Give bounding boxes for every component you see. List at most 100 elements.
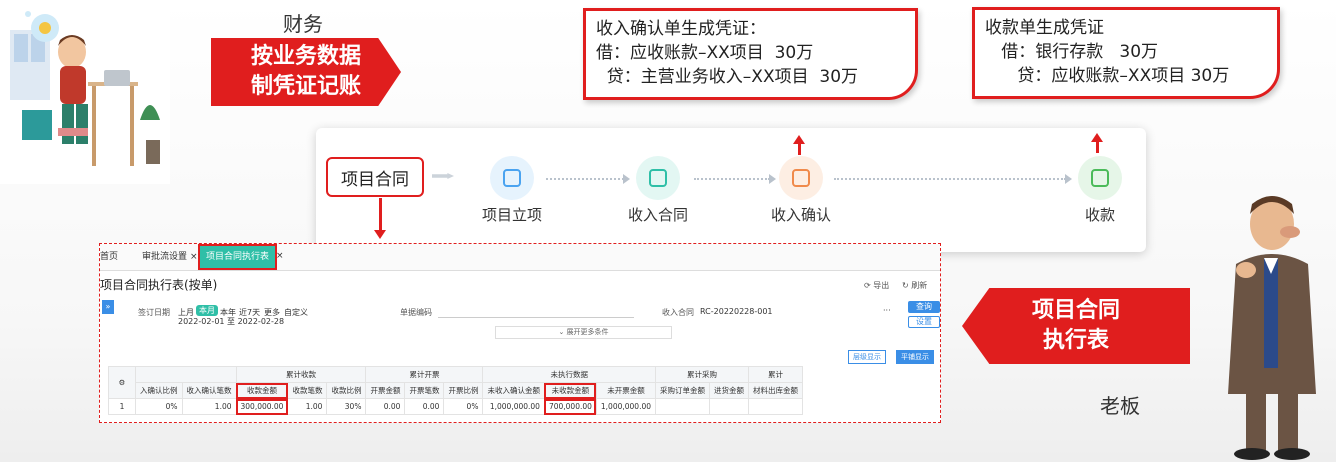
execution-table: ⚙ 累计收款 累计开票 未执行数据 累计采购 累计 入确认比例 收入确认笔数 收… — [108, 366, 804, 415]
income-contract-input[interactable]: RC-20220228-001 — [700, 307, 773, 316]
receipt-up-arrow — [1091, 133, 1103, 153]
receipt-voucher-title: 收款单生成凭证 — [985, 18, 1104, 38]
group-header-blank — [135, 366, 237, 383]
flat-view-toggle[interactable]: 平铺显示 — [896, 350, 934, 364]
table-cell: 0% — [135, 398, 183, 415]
finance-label: 财务 — [283, 12, 323, 36]
flow-step-project-setup: 项目立项 — [481, 206, 542, 224]
more-filters-toggle[interactable]: ⌄ 展开更多条件 — [495, 326, 672, 339]
table-cell: 30% — [326, 398, 367, 415]
execution-table-banner-line1: 项目合同 — [1031, 298, 1120, 323]
quick-date-this-month[interactable]: 本月 — [196, 305, 218, 316]
table-cell: 1.00 — [181, 398, 237, 415]
flow-connector — [834, 174, 1072, 184]
boss-label: 老板 — [1100, 394, 1140, 418]
column-settings-icon[interactable]: ⚙ — [108, 366, 136, 399]
refresh-button[interactable]: ↻ 刷新 — [902, 280, 927, 291]
close-icon[interactable]: × — [190, 252, 198, 262]
column-header-unreceived-amount[interactable]: 未收款金额 — [543, 382, 597, 399]
bookkeeping-banner-line2: 制凭证记账 — [250, 74, 361, 99]
execution-table-banner: 项目合同 执行表 — [962, 288, 1190, 364]
bookkeeping-banner-line1: 按业务数据 — [250, 44, 361, 69]
receipt-voucher-credit: 贷：应收账款–XX项目 30万 — [985, 66, 1230, 86]
table-group-header-row: ⚙ 累计收款 累计开票 未执行数据 累计采购 累计 — [108, 366, 804, 399]
doc-no-label: 单据编码 — [400, 308, 432, 317]
hierarchy-view-toggle[interactable]: 层级显示 — [848, 350, 886, 364]
date-range[interactable]: 2022-02-01 至 2022-02-28 — [178, 316, 284, 327]
column-header[interactable]: 开票比例 — [443, 382, 484, 399]
quick-date-custom[interactable]: 自定义 — [284, 307, 308, 318]
income-contract-label: 收入合同 — [662, 308, 694, 317]
settings-button[interactable]: 设置 — [908, 316, 940, 328]
contract-down-arrow — [374, 198, 386, 239]
income-contract-icon[interactable] — [636, 156, 680, 200]
accountant-illustration — [0, 0, 170, 184]
column-header[interactable]: 收款比例 — [326, 382, 367, 399]
column-header[interactable]: 材料出库金额 — [748, 382, 804, 399]
column-header[interactable]: 未开票金额 — [595, 382, 657, 399]
group-header-invoiced: 累计开票 — [365, 366, 484, 383]
query-button[interactable]: 查询 — [908, 301, 940, 313]
group-header-unexecuted: 未执行数据 — [482, 366, 657, 383]
income-voucher-note: 收入确认单生成凭证： 借：应收账款–XX项目 30万 贷：主营业务收入–XX项目… — [583, 8, 918, 100]
column-header[interactable]: 采购订单金额 — [655, 382, 711, 399]
income-voucher-title: 收入确认单生成凭证： — [596, 19, 766, 39]
column-header-received-amount[interactable]: 收款金额 — [235, 382, 289, 399]
tab-contract-execution[interactable]: 项目合同执行表 — [198, 244, 278, 270]
export-icon: ⟳ — [864, 281, 874, 290]
receipt-icon[interactable] — [1078, 156, 1122, 200]
refresh-icon: ↻ — [902, 281, 912, 290]
income-voucher-credit: 贷：主营业务收入–XX项目 30万 — [596, 67, 859, 87]
table-cell: 0.00 — [365, 398, 406, 415]
column-header[interactable]: 收款笔数 — [287, 382, 328, 399]
sign-date-label: 签订日期 — [138, 308, 170, 317]
tab-approval-settings[interactable]: 审批流设置 × — [136, 244, 204, 270]
flow-connector — [546, 174, 630, 184]
column-header[interactable]: 入确认比例 — [135, 382, 183, 399]
column-header[interactable]: 收入确认笔数 — [181, 382, 237, 399]
table-row[interactable]: 1 0% 1.00 300,000.00 1.00 30% 0.00 0.00 … — [108, 398, 804, 415]
flow-step-receipt: 收款 — [1084, 206, 1115, 224]
contract-execution-app: 首页 审批流设置 × 项目合同执行表 × 项目合同执行表(按单) ⟳ 导出 ↻ 刷… — [99, 243, 941, 423]
flow-connector — [694, 174, 776, 184]
group-header-purchase: 累计采购 — [655, 366, 750, 383]
boss-illustration — [1200, 184, 1336, 462]
column-header[interactable]: 开票金额 — [365, 382, 406, 399]
close-icon[interactable]: × — [276, 251, 284, 261]
receipt-voucher-debit: 借：银行存款 30万 — [985, 42, 1159, 62]
process-flow-card — [316, 128, 1146, 252]
tab-home[interactable]: 首页 — [100, 244, 124, 270]
group-header-received: 累计收款 — [235, 366, 367, 383]
tab-bar: 首页 审批流设置 × 项目合同执行表 × — [100, 244, 940, 271]
chevron-down-icon: ⌄ — [558, 328, 567, 336]
income-voucher-debit: 借：应收账款–XX项目 30万 — [596, 43, 814, 63]
execution-table-banner-line2: 执行表 — [1042, 328, 1109, 353]
column-header[interactable]: 开票笔数 — [404, 382, 445, 399]
expand-sidebar-icon[interactable]: » — [102, 300, 114, 314]
column-header[interactable]: 进货金额 — [709, 382, 750, 399]
page-title: 项目合同执行表(按单) — [100, 278, 218, 292]
table-cell: 1,000,000.00 — [482, 398, 545, 415]
unreceived-amount-cell: 700,000.00 — [543, 398, 597, 415]
received-amount-cell: 300,000.00 — [235, 398, 289, 415]
project-setup-icon[interactable] — [490, 156, 534, 200]
income-confirm-up-arrow — [793, 135, 805, 155]
ellipsis-icon[interactable]: ··· — [883, 306, 891, 315]
doc-no-input[interactable] — [438, 305, 634, 318]
group-header-cumulative: 累计 — [748, 366, 804, 383]
row-index: 1 — [108, 398, 136, 415]
table-cell — [655, 398, 711, 415]
export-button[interactable]: ⟳ 导出 — [864, 280, 889, 291]
table-cell — [748, 398, 804, 415]
table-column-header-row: 入确认比例 收入确认笔数 收款金额 收款笔数 收款比例 开票金额 开票笔数 开票… — [109, 382, 804, 399]
column-header[interactable]: 未收入确认金额 — [482, 382, 545, 399]
flow-step-income-confirm: 收入确认 — [770, 206, 831, 224]
flow-start-project-contract[interactable]: 项目合同 — [326, 157, 424, 197]
table-cell — [709, 398, 750, 415]
bookkeeping-banner: 按业务数据 制凭证记账 — [211, 38, 401, 106]
flow-step-income-contract: 收入合同 — [627, 206, 688, 224]
receipt-voucher-note: 收款单生成凭证 借：银行存款 30万 贷：应收账款–XX项目 30万 — [972, 7, 1280, 99]
table-cell: 0.00 — [404, 398, 445, 415]
income-confirm-icon[interactable] — [779, 156, 823, 200]
table-cell: 1,000,000.00 — [595, 398, 657, 415]
